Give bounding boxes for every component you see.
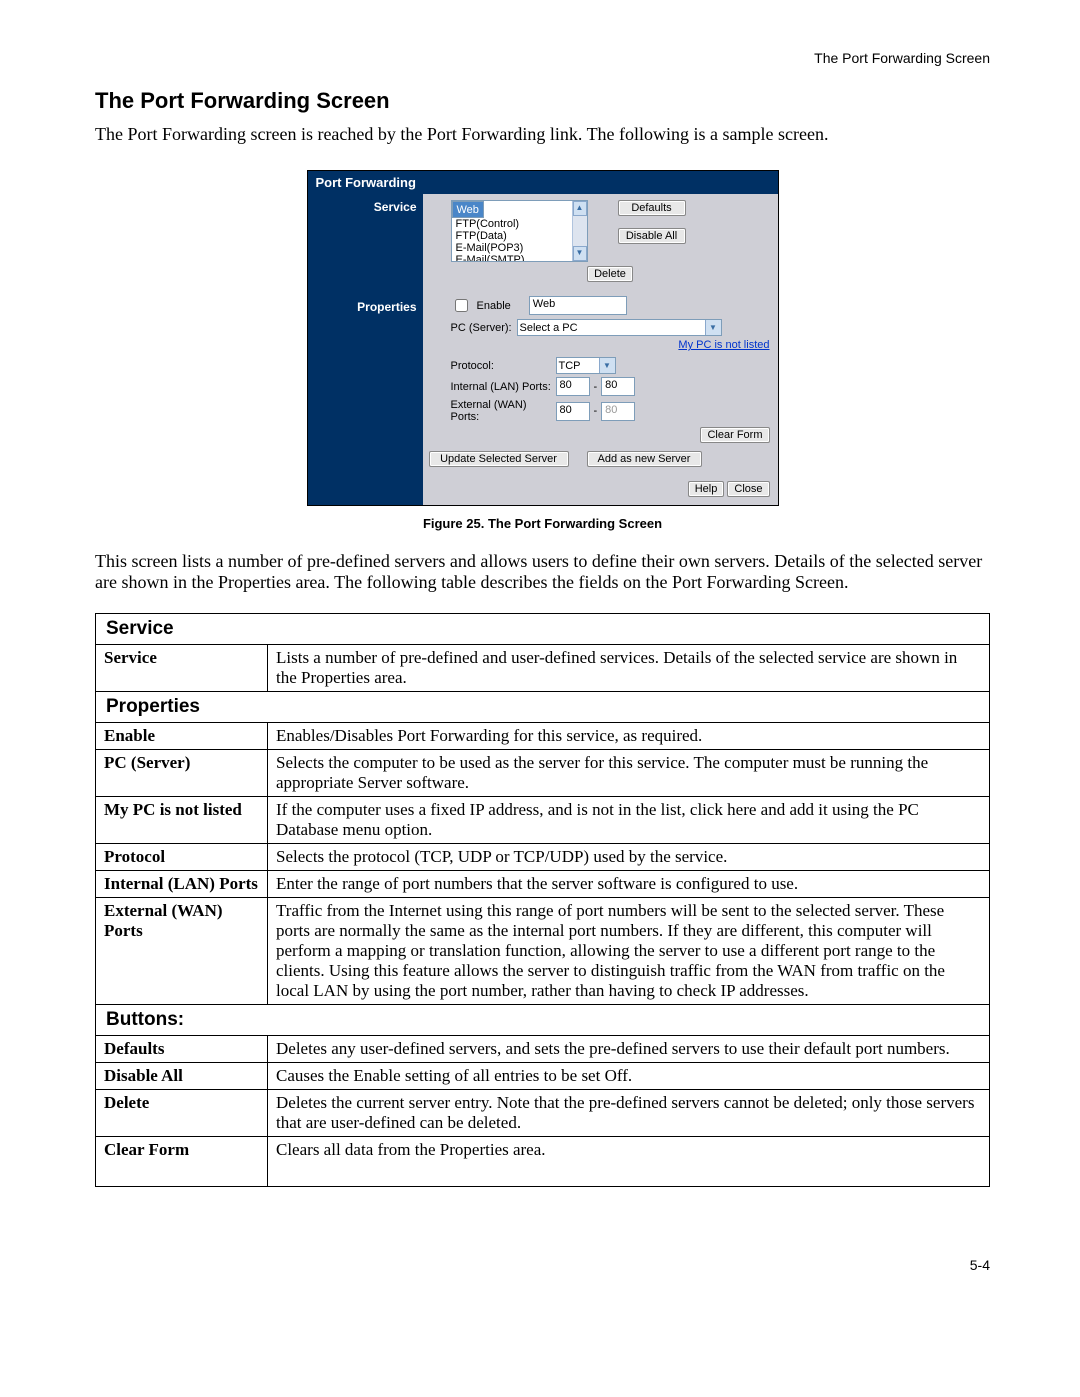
- internal-port-from[interactable]: 80: [556, 377, 590, 396]
- table-row: Delete Deletes the current server entry.…: [96, 1090, 990, 1137]
- list-item[interactable]: FTP(Data): [452, 230, 587, 242]
- table-row: PC (Server) Selects the computer to be u…: [96, 750, 990, 797]
- figure-caption: Figure 25. The Port Forwarding Screen: [95, 516, 990, 531]
- external-port-from[interactable]: 80: [556, 402, 590, 421]
- pc-server-label: PC (Server):: [451, 322, 517, 334]
- table-row: Internal (LAN) Ports Enter the range of …: [96, 871, 990, 898]
- description-text: This screen lists a number of pre-define…: [95, 551, 990, 593]
- section-service: Service: [96, 614, 990, 645]
- table-row: My PC is not listed If the computer uses…: [96, 797, 990, 844]
- update-selected-server-button[interactable]: Update Selected Server: [429, 451, 569, 467]
- section-properties: Properties: [96, 692, 990, 723]
- service-listbox[interactable]: Web FTP(Control) FTP(Data) E-Mail(POP3) …: [451, 200, 588, 262]
- table-row: Enable Enables/Disables Port Forwarding …: [96, 723, 990, 750]
- sidebar-properties: Properties: [308, 290, 423, 505]
- enable-label: Enable: [477, 300, 511, 312]
- table-row: Service Lists a number of pre-defined an…: [96, 645, 990, 692]
- defaults-button[interactable]: Defaults: [618, 200, 686, 216]
- my-pc-not-listed-link[interactable]: My PC is not listed: [678, 339, 769, 351]
- list-item[interactable]: FTP(Control): [452, 218, 587, 230]
- field-description-table: Service Service Lists a number of pre-de…: [95, 613, 990, 1187]
- list-item[interactable]: E-Mail(SMTP): [452, 254, 587, 262]
- section-buttons: Buttons:: [96, 1005, 990, 1036]
- add-as-new-server-button[interactable]: Add as new Server: [587, 451, 702, 467]
- table-row: Defaults Deletes any user-defined server…: [96, 1036, 990, 1063]
- pc-server-select[interactable]: Select a PC ▼: [517, 319, 722, 336]
- internal-ports-label: Internal (LAN) Ports:: [451, 381, 556, 393]
- list-item[interactable]: E-Mail(POP3): [452, 242, 587, 254]
- page-number: 5-4: [95, 1257, 990, 1273]
- protocol-label: Protocol:: [451, 360, 556, 372]
- protocol-select[interactable]: TCP ▼: [556, 357, 616, 374]
- chevron-down-icon[interactable]: ▼: [705, 320, 721, 335]
- scroll-down-icon[interactable]: ▼: [573, 246, 587, 261]
- chevron-down-icon[interactable]: ▼: [599, 358, 615, 373]
- internal-port-to[interactable]: 80: [601, 377, 635, 396]
- table-row: Clear Form Clears all data from the Prop…: [96, 1137, 990, 1187]
- external-port-to[interactable]: 80: [601, 402, 635, 421]
- table-row: External (WAN) Ports Traffic from the In…: [96, 898, 990, 1005]
- enable-value-field[interactable]: Web: [529, 296, 627, 315]
- scroll-up-icon[interactable]: ▲: [573, 201, 587, 216]
- page-title: The Port Forwarding Screen: [95, 88, 990, 114]
- sidebar-service: Service: [308, 194, 423, 290]
- table-row: Disable All Causes the Enable setting of…: [96, 1063, 990, 1090]
- port-forwarding-dialog: Port Forwarding Service Web FTP(Control)…: [307, 170, 779, 506]
- close-button[interactable]: Close: [727, 481, 769, 497]
- help-button[interactable]: Help: [688, 481, 725, 497]
- clear-form-button[interactable]: Clear Form: [700, 427, 769, 443]
- protocol-value: TCP: [559, 360, 581, 372]
- list-item[interactable]: Web: [452, 201, 484, 218]
- pc-server-value: Select a PC: [520, 322, 578, 334]
- table-row: Protocol Selects the protocol (TCP, UDP …: [96, 844, 990, 871]
- scrollbar[interactable]: ▲ ▼: [572, 201, 587, 261]
- dash: -: [594, 405, 598, 417]
- external-ports-label: External (WAN) Ports:: [451, 399, 556, 423]
- intro-text: The Port Forwarding screen is reached by…: [95, 124, 990, 145]
- dialog-title: Port Forwarding: [308, 171, 778, 194]
- page-header: The Port Forwarding Screen: [95, 50, 990, 66]
- disable-all-button[interactable]: Disable All: [618, 228, 686, 244]
- enable-checkbox[interactable]: [455, 299, 468, 312]
- dash: -: [594, 381, 598, 393]
- delete-button[interactable]: Delete: [587, 266, 633, 282]
